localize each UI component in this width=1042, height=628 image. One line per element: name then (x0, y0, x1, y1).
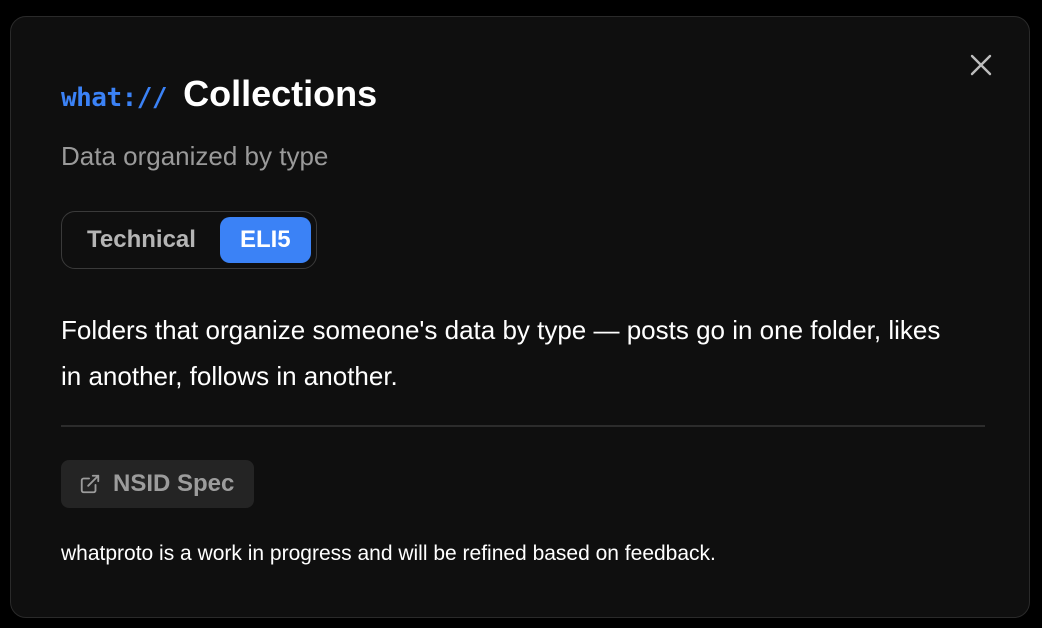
close-icon (970, 54, 992, 76)
divider (61, 425, 985, 427)
title-row: what:// Collections (61, 73, 377, 115)
dialog-subtitle: Data organized by type (61, 141, 329, 171)
toggle-eli5[interactable]: ELI5 (219, 217, 311, 263)
footer-note: whatproto is a work in progress and will… (61, 542, 716, 565)
toggle-technical[interactable]: Technical (67, 217, 216, 263)
info-dialog: what:// Collections Data organized by ty… (10, 16, 1030, 618)
protocol-prefix: what:// (61, 83, 168, 113)
nsid-spec-label: NSID Spec (113, 470, 235, 497)
description-text: Folders that organize someone's data by … (61, 315, 941, 391)
close-button[interactable] (967, 51, 995, 79)
explanation-mode-toggle: Technical ELI5 (61, 211, 317, 269)
external-link-icon (80, 474, 100, 494)
dialog-title: Collections (183, 73, 378, 114)
nsid-spec-link[interactable]: NSID Spec (61, 460, 255, 508)
